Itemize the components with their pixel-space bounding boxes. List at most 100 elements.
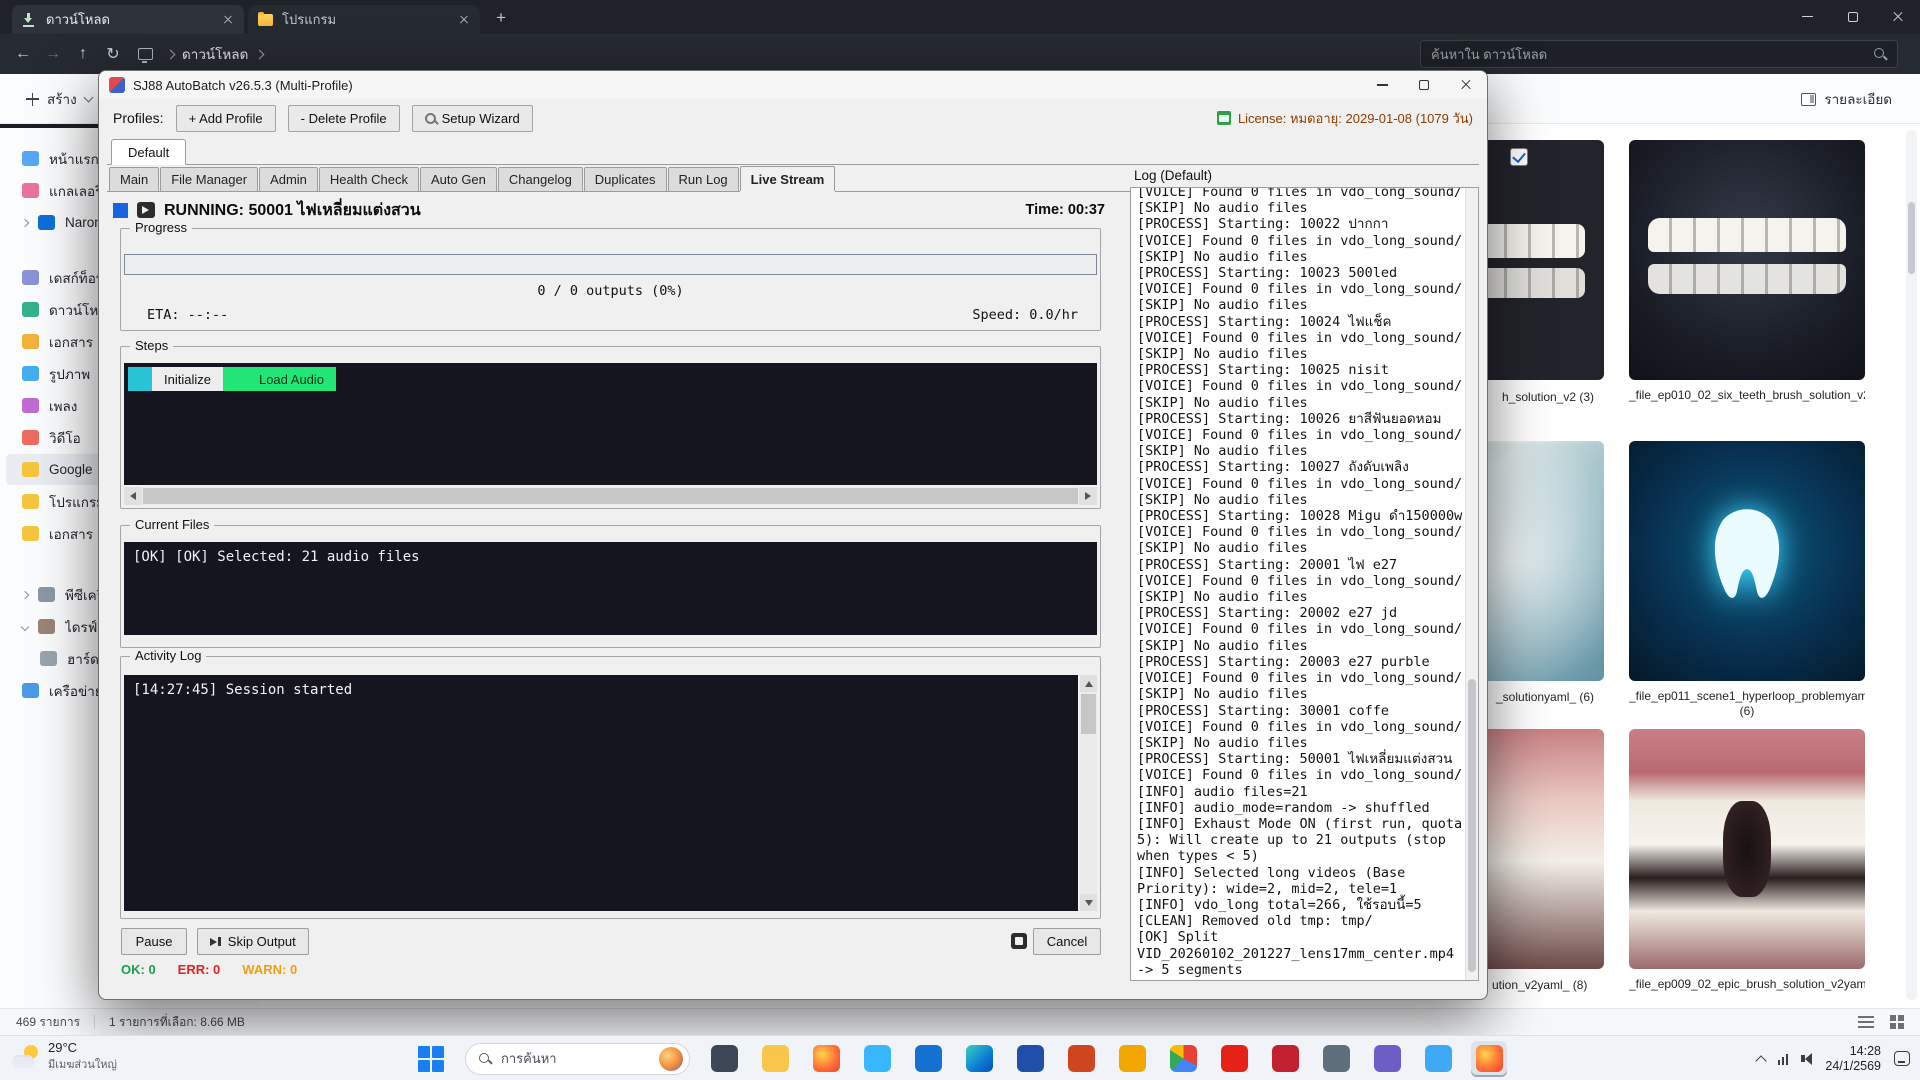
settings-icon[interactable] [1318,1041,1354,1077]
photos-icon[interactable] [1369,1041,1405,1077]
action-buttons-row: Pause Skip Output [99,928,1101,956]
file-item[interactable]: _file_ep009_02_epic_brush_solution_v2yam… [1629,729,1865,992]
tab-run-log[interactable]: Run Log [667,167,739,191]
explorer-icon[interactable] [757,1041,793,1077]
cancel-button[interactable]: Cancel [1033,928,1101,955]
scroll-right-icon[interactable] [1079,487,1097,505]
taskview-icon[interactable] [706,1041,742,1077]
tab-live-stream[interactable]: Live Stream [739,166,836,191]
current-files-text: [OK] [OK] Selected: 21 audio files [133,549,420,565]
drive-icon[interactable] [1114,1041,1150,1077]
file-label[interactable]: _file_ep010_02_six_teeth_brush_solution_… [1629,388,1865,403]
hidden-icons-chevron-icon[interactable] [1755,1054,1767,1067]
volume-icon[interactable] [1801,1052,1813,1065]
scrollbar-thumb[interactable] [1468,679,1476,973]
explorer-scrollbar[interactable] [1906,130,1917,1000]
pause-button[interactable]: Pause [121,928,187,955]
minimize-button[interactable] [1361,71,1403,99]
calendar-icon[interactable] [1420,1041,1456,1077]
file-thumbnail [1629,441,1865,681]
step-color-swatch [222,367,247,391]
app-icon [109,77,125,93]
step-chip: Initialize [128,367,223,391]
clock[interactable]: 14:28 24/1/2569 [1825,1044,1881,1074]
log-line: [VOICE] Found 0 files in vdo_long_sound/ [1137,188,1463,200]
tab-admin[interactable]: Admin [259,167,318,191]
file-label[interactable]: _file_ep009_02_epic_brush_solution_v2yam… [1629,977,1865,992]
scrollbar-thumb[interactable] [1908,202,1915,274]
firefox-icon[interactable] [808,1041,844,1077]
log-line: [SKIP] No audio files [1137,589,1308,606]
outputs-counter: 0 / 0 outputs (0%) [537,283,684,299]
log-scrollbar[interactable] [1465,188,1478,980]
search-highlight-icon [659,1046,683,1071]
file-item[interactable]: _file_ep011_scene1_hyperloop_problemyaml… [1629,441,1865,719]
log-panel: [VOICE] Found 0 files in vdo_long_sound/… [1130,187,1479,981]
log-line: when types < 5) [1137,848,1259,865]
start-button[interactable] [413,1041,449,1077]
log-line: [SKIP] No audio files [1137,540,1308,557]
step-chips: Initialize Load Audio [128,367,337,391]
word-icon[interactable] [1012,1041,1048,1077]
skip-output-button[interactable]: Skip Output [197,928,309,955]
log-line: [INFO] vdo_long total=266, ใช้รอบนี้=5 [1137,896,1422,913]
log-panel-title: Log (Default) [1134,168,1213,183]
tab-health-check[interactable]: Health Check [318,167,419,191]
license-info: License: หมดอายุ: 2029-01-08 (1079 วัน) [1216,108,1473,129]
tab-auto-gen[interactable]: Auto Gen [419,167,497,191]
profile-tab-default[interactable]: Default [111,139,187,165]
file-item[interactable]: _file_ep010_02_six_teeth_brush_solution_… [1629,140,1865,403]
log-line: [PROCESS] Starting: 10028 Migu ดำ150000w [1137,508,1463,525]
log-line: Priority): wide=2, mid=2, tele=1 [1137,880,1398,897]
profile-tab-strip: Default [107,138,1479,165]
scroll-up-icon[interactable] [1080,675,1097,692]
desktop: ดาวน์โหลด โปรแกรม + ← → ↑ ↻ ดาวน์โหลด ค้น… [0,0,1920,1080]
notifications-icon[interactable] [1894,1051,1910,1066]
tab-changelog[interactable]: Changelog [497,167,583,191]
activity-scrollbar[interactable] [1080,675,1097,911]
log-line: [CLEAN] Removed old tmp: tmp/ [1137,913,1373,930]
store-icon[interactable] [910,1041,946,1077]
tab-main[interactable]: Main [109,167,160,191]
steps-horizontal-scrollbar[interactable] [124,487,1097,505]
profiles-toolbar: Profiles: + Add Profile - Delete Profile… [99,99,1487,137]
scroll-down-icon[interactable] [1080,894,1097,911]
file-label[interactable]: h_solution_v2 (3) [1502,390,1594,404]
log-line: [VOICE] Found 0 files in vdo_long_sound/ [1137,621,1463,638]
log-line: [PROCESS] Starting: 50001 ไฟเหลี่ยมแต่งส… [1137,751,1453,768]
close-button[interactable] [1445,71,1487,99]
firefox-icon[interactable] [1471,1040,1507,1077]
app-title-bar[interactable]: SJ88 AutoBatch v26.5.3 (Multi-Profile) [99,71,1487,99]
file-label[interactable]: _solutionyaml_ (6) [1496,690,1594,704]
powerpoint-icon[interactable] [1063,1041,1099,1077]
search-icon [478,1052,492,1066]
taskbar-search[interactable]: การค้นหา [465,1042,690,1075]
tab-file-manager[interactable]: File Manager [160,167,259,191]
taskbar-search-label: การค้นหา [501,1051,557,1066]
file-label[interactable]: _file_ep011_scene1_hyperloop_problemyaml… [1629,689,1865,719]
setup-wizard-button[interactable]: Setup Wizard [411,104,533,132]
scroll-left-icon[interactable] [124,487,142,505]
log-line: [OK] Split [1137,929,1219,946]
log-line: [PROCESS] Starting: 10025 nisit [1137,362,1389,379]
progress-group-label: Progress [130,220,193,235]
stream-icon [137,202,155,218]
messenger-icon[interactable] [859,1041,895,1077]
youtube-icon[interactable] [1216,1041,1252,1077]
file-label[interactable]: ution_v2yaml_ (8) [1492,978,1587,992]
network-icon[interactable] [1777,1053,1789,1065]
chrome-icon[interactable] [1165,1041,1201,1077]
tab-duplicates[interactable]: Duplicates [583,167,667,191]
app-window-controls [1361,71,1487,99]
scrollbar-thumb[interactable] [143,488,1078,504]
scrollbar-thumb[interactable] [1081,694,1096,734]
acrobat-icon[interactable] [1267,1041,1303,1077]
delete-profile-button[interactable]: - Delete Profile [287,104,400,132]
item-checkbox[interactable] [1510,148,1528,166]
log-line: [VOICE] Found 0 files in vdo_long_sound/ [1137,378,1463,395]
edge-icon[interactable] [961,1041,997,1077]
add-profile-button[interactable]: + Add Profile [175,104,276,132]
maximize-button[interactable] [1403,71,1445,99]
log-line: [VOICE] Found 0 files in vdo_long_sound/ [1137,718,1463,735]
log-line: [PROCESS] Starting: 10023 500led [1137,265,1398,282]
